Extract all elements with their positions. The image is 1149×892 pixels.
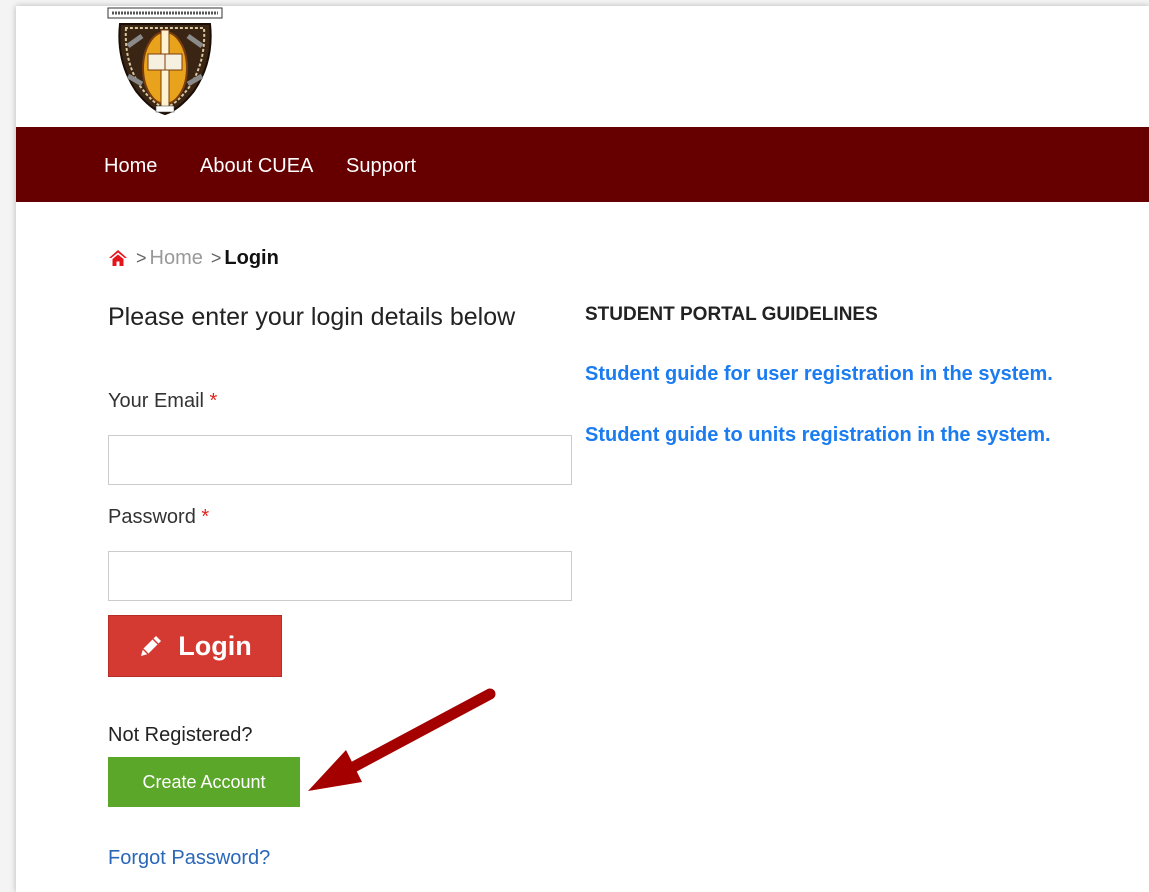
guide-link-user-registration[interactable]: Student guide for user registration in t…	[585, 363, 1053, 386]
not-registered-text: Not Registered?	[108, 724, 253, 746]
email-label: Your Email *	[108, 390, 217, 413]
required-mark: *	[201, 506, 210, 528]
breadcrumb-separator: >	[210, 247, 222, 268]
create-account-button[interactable]: Create Account	[108, 757, 300, 807]
main-navbar: Home About CUEA Support	[16, 127, 1149, 202]
email-label-text: Your Email	[108, 390, 204, 412]
nav-support[interactable]: Support	[346, 155, 416, 178]
login-button-label: Login	[178, 630, 252, 661]
nav-about-cuea[interactable]: About CUEA	[200, 155, 313, 178]
password-label-text: Password	[108, 506, 196, 528]
breadcrumb-current: Login	[224, 246, 279, 269]
email-input[interactable]	[108, 435, 572, 485]
breadcrumb-separator: >	[136, 247, 147, 268]
login-form-title: Please enter your login details below	[108, 303, 516, 331]
university-logo[interactable]	[106, 6, 224, 118]
password-input[interactable]	[108, 551, 572, 601]
breadcrumb: > Home > Login	[108, 246, 279, 270]
required-mark: *	[209, 390, 218, 412]
page: Home About CUEA Support > Home > Login P…	[16, 6, 1149, 892]
password-label: Password *	[108, 506, 209, 529]
guide-link-units-registration[interactable]: Student guide to units registration in t…	[585, 424, 1051, 447]
nav-home[interactable]: Home	[104, 155, 157, 178]
breadcrumb-home[interactable]: Home	[150, 247, 203, 270]
home-icon[interactable]	[108, 249, 128, 267]
guidelines-title: STUDENT PORTAL GUIDELINES	[585, 304, 878, 325]
login-button[interactable]: Login	[108, 615, 282, 677]
pencil-icon	[138, 633, 164, 659]
forgot-password-link[interactable]: Forgot Password?	[108, 847, 270, 870]
